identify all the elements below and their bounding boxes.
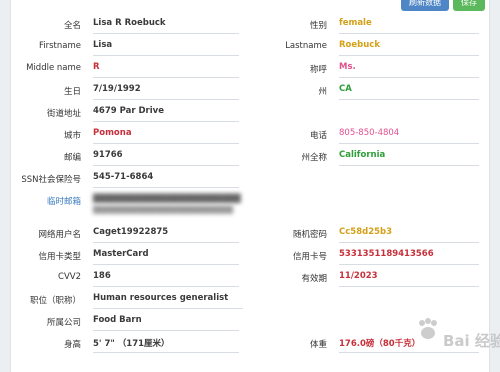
expiry-label: 有效期 — [301, 274, 327, 284]
state-full-value[interactable]: California — [339, 150, 479, 166]
zip-label: 邮编 — [63, 153, 81, 163]
birthday-label: 生日 — [63, 87, 81, 97]
title-label: 称呼 — [309, 65, 327, 75]
username-label: 网络用户名 — [38, 230, 81, 240]
save-button[interactable]: 保存 — [453, 0, 485, 11]
city-label: 城市 — [63, 131, 81, 141]
ssn-label: SSN社会保险号 — [21, 175, 81, 185]
occupation-label: 职位（职称） — [29, 296, 81, 306]
password-value[interactable]: Cc58d25b3 — [339, 227, 479, 243]
street-value[interactable]: 4679 Par Drive — [93, 106, 239, 122]
phone-label: 电话 — [309, 131, 327, 141]
street-label: 街道地址 — [46, 109, 81, 119]
phone-value[interactable]: 805-850-4804 — [339, 128, 479, 144]
occupation-value[interactable]: Human resources generalist — [93, 293, 243, 309]
gender-label: 性别 — [309, 21, 327, 31]
watermark-logo: Bai 经验 — [413, 318, 500, 358]
row-street: 街道地址 4679 Par Drive — [11, 102, 489, 124]
row-temp-email: 临时邮箱 ████████████████████████ ██████████… — [11, 190, 489, 220]
refresh-data-button[interactable]: 刷新数据 — [401, 0, 449, 11]
paw-icon — [419, 318, 437, 339]
company-value[interactable]: Food Barn — [93, 315, 239, 331]
row-occupation: 职位（职称） Human resources generalist — [11, 289, 489, 311]
row-card-type: 信用卡类型 MasterCard 信用卡号 5331351189413566 — [11, 245, 489, 267]
state-value[interactable]: CA — [339, 84, 479, 100]
state-label: 州 — [318, 87, 327, 97]
zip-value[interactable]: 91766 — [93, 150, 239, 166]
row-middle-name: Middle name R 称呼 Ms. — [11, 58, 489, 80]
birthday-value[interactable]: 7/19/1992 — [93, 84, 239, 100]
company-label: 所属公司 — [46, 318, 81, 328]
row-first-name: Firstname Lisa Lastname Roebuck — [11, 36, 489, 58]
height-label: 身高 — [63, 340, 81, 350]
card-type-value[interactable]: MasterCard — [93, 249, 239, 265]
row-full-name: 全名 Lisa R Roebuck 性别 female — [11, 14, 489, 36]
middle-name-label: Middle name — [26, 63, 81, 73]
temp-email-blurred: ████████████████████████ — [93, 194, 241, 203]
city-value[interactable]: Pomona — [93, 128, 239, 144]
row-ssn: SSN社会保险号 545-71-6864 — [11, 168, 489, 190]
state-full-label: 州全称 — [301, 153, 327, 163]
title-value[interactable]: Ms. — [339, 62, 479, 78]
expiry-value[interactable]: 11/2023 — [339, 271, 479, 287]
card-number-label: 信用卡号 — [292, 252, 327, 262]
password-label: 随机密码 — [292, 230, 327, 240]
first-name-value[interactable]: Lisa — [93, 40, 239, 56]
row-username: 网络用户名 Caget19922875 随机密码 Cc58d25b3 — [11, 223, 489, 245]
last-name-label: Lastname — [285, 41, 327, 51]
row-birthday: 生日 7/19/1992 州 CA — [11, 80, 489, 102]
row-cvv2: CVV2 186 有效期 11/2023 — [11, 267, 489, 289]
full-name-value[interactable]: Lisa R Roebuck — [93, 18, 239, 34]
identity-panel: 刷新数据 保存 全名 Lisa R Roebuck 性别 female Firs… — [10, 0, 500, 372]
height-value[interactable]: 5' 7" （171厘米） — [93, 337, 239, 353]
ssn-value[interactable]: 545-71-6864 — [93, 172, 239, 188]
gender-value[interactable]: female — [339, 18, 479, 34]
full-name-label: 全名 — [63, 21, 81, 31]
username-value[interactable]: Caget19922875 — [93, 227, 239, 243]
first-name-label: Firstname — [39, 41, 81, 51]
temp-email-hint-blurred: ██████████████████████████ — [93, 206, 233, 214]
temp-email-label[interactable]: 临时邮箱 — [11, 195, 81, 207]
card-number-value[interactable]: 5331351189413566 — [339, 249, 479, 265]
card-type-label: 信用卡类型 — [38, 252, 81, 262]
weight-label: 体重 — [309, 340, 327, 350]
cvv2-label: CVV2 — [58, 272, 81, 282]
row-zip: 邮编 91766 州全称 California — [11, 146, 489, 168]
watermark-text: Bai 经验 — [443, 332, 500, 350]
last-name-value[interactable]: Roebuck — [339, 40, 479, 56]
row-city: 城市 Pomona 电话 805-850-4804 — [11, 124, 489, 146]
middle-name-value[interactable]: R — [93, 62, 239, 78]
cvv2-value[interactable]: 186 — [93, 271, 239, 287]
